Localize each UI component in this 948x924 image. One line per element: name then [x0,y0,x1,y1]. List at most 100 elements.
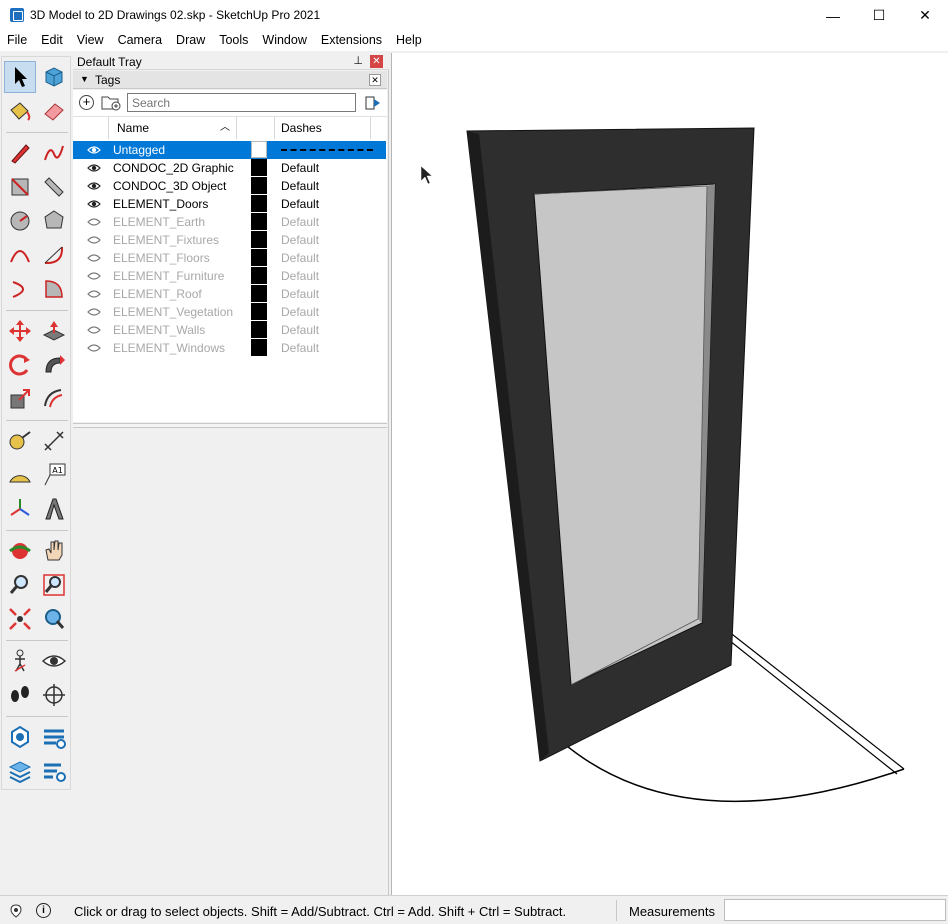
tag-color-swatch[interactable] [251,159,267,176]
pan-button[interactable] [38,535,70,567]
visibility-eye-icon[interactable] [87,181,101,191]
tag-row[interactable]: ELEMENT_Vegetation Default [73,303,386,321]
dimension-button[interactable] [38,425,70,457]
previous-view-button[interactable] [38,603,70,635]
menu-tools[interactable]: Tools [212,31,255,51]
tag-name[interactable]: ELEMENT_Fixtures [113,233,219,247]
visibility-eye-closed-icon[interactable] [87,235,101,245]
tag-dashes[interactable]: Default [281,323,319,337]
tag-color-swatch[interactable] [251,249,267,266]
section-plane-button[interactable] [38,679,70,711]
tag-color-swatch[interactable] [251,177,267,194]
warehouse-button[interactable] [4,721,36,753]
select-tool-button[interactable] [4,61,36,93]
move-tool-button[interactable] [4,315,36,347]
panel-close-icon[interactable]: ✕ [369,74,381,86]
dash-pattern-line[interactable] [281,149,373,151]
rotated-rectangle-button[interactable] [38,171,70,203]
tag-dashes[interactable]: Default [281,341,319,355]
tag-name[interactable]: ELEMENT_Floors [113,251,210,265]
axes-tool-button[interactable] [4,493,36,525]
tag-color-swatch[interactable] [251,339,267,356]
three-point-arc-button[interactable] [4,273,36,305]
scale-tool-button[interactable] [4,383,36,415]
dashes-column-header[interactable]: Dashes [275,117,371,139]
minimize-button[interactable]: — [810,0,856,31]
tag-row[interactable]: ELEMENT_Windows Default [73,339,386,357]
tag-row[interactable]: ELEMENT_Roof Default [73,285,386,303]
protractor-button[interactable] [4,459,36,491]
details-arrow-icon[interactable] [365,95,381,111]
send-to-layout-button[interactable] [4,755,36,787]
tag-row[interactable]: ELEMENT_Fixtures Default [73,231,386,249]
circle-tool-button[interactable] [4,205,36,237]
paint-bucket-button[interactable] [4,95,36,127]
visibility-eye-closed-icon[interactable] [87,271,101,281]
add-tag-folder-icon[interactable] [101,94,121,111]
tag-dashes[interactable]: Default [281,197,319,211]
tag-dashes[interactable]: Default [281,305,319,319]
tag-color-swatch[interactable] [251,285,267,302]
3d-text-button[interactable] [38,493,70,525]
tag-color-swatch[interactable] [251,213,267,230]
tag-dashes[interactable]: Default [281,161,319,175]
text-tool-button[interactable]: A1 [38,459,70,491]
tag-row[interactable]: Untagged [73,141,386,159]
name-column-header[interactable]: Name ︿ [109,117,237,139]
offset-tool-button[interactable] [38,383,70,415]
add-tag-icon[interactable]: + [79,95,94,110]
tag-name[interactable]: ELEMENT_Earth [113,215,205,229]
tag-name[interactable]: ELEMENT_Doors [113,197,208,211]
tags-panel-header[interactable]: ▼ Tags ✕ [73,71,387,89]
3d-viewport[interactable] [391,53,948,895]
tag-name[interactable]: ELEMENT_Roof [113,287,202,301]
info-icon[interactable]: i [36,903,51,918]
visibility-eye-closed-icon[interactable] [87,307,101,317]
line-tool-button[interactable] [4,137,36,169]
tag-name[interactable]: CONDOC_2D Graphic [113,161,234,175]
collapse-triangle-icon[interactable]: ▼ [80,74,89,84]
menu-edit[interactable]: Edit [34,31,70,51]
visibility-eye-closed-icon[interactable] [87,325,101,335]
tag-color-swatch[interactable] [251,231,267,248]
extension-settings-button[interactable] [38,755,70,787]
push-pull-button[interactable] [38,315,70,347]
visibility-eye-icon[interactable] [87,145,101,155]
orbit-button[interactable] [4,535,36,567]
tag-dashes[interactable]: Default [281,287,319,301]
maximize-button[interactable]: ☐ [856,0,902,31]
visibility-eye-closed-icon[interactable] [87,217,101,227]
tag-row[interactable]: CONDOC_2D Graphic Default [73,159,386,177]
tag-dashes[interactable]: Default [281,251,319,265]
look-around-button[interactable] [38,645,70,677]
make-component-button[interactable] [38,61,70,93]
close-button[interactable]: ✕ [902,0,948,31]
tag-name[interactable]: ELEMENT_Walls [113,323,205,337]
tag-row[interactable]: ELEMENT_Walls Default [73,321,386,339]
tag-dashes[interactable]: Default [281,269,319,283]
tag-search-input[interactable] [127,93,356,112]
eraser-button[interactable] [38,95,70,127]
visibility-eye-icon[interactable] [87,163,101,173]
menu-view[interactable]: View [70,31,111,51]
menu-window[interactable]: Window [255,31,313,51]
tag-row[interactable]: ELEMENT_Earth Default [73,213,386,231]
polygon-tool-button[interactable] [38,205,70,237]
visibility-eye-closed-icon[interactable] [87,289,101,299]
tag-row[interactable]: ELEMENT_Floors Default [73,249,386,267]
tag-dashes[interactable]: Default [281,179,319,193]
tape-measure-button[interactable] [4,425,36,457]
rotate-tool-button[interactable] [4,349,36,381]
position-camera-button[interactable] [4,645,36,677]
tag-color-swatch[interactable] [251,141,267,158]
menu-extensions[interactable]: Extensions [314,31,389,51]
tag-name[interactable]: Untagged [113,143,165,157]
two-point-arc-button[interactable] [38,239,70,271]
menu-camera[interactable]: Camera [111,31,169,51]
tag-color-swatch[interactable] [251,195,267,212]
follow-me-button[interactable] [38,349,70,381]
zoom-extents-button[interactable] [4,603,36,635]
tag-row[interactable]: CONDOC_3D Object Default [73,177,386,195]
tag-name[interactable]: ELEMENT_Furniture [113,269,224,283]
tag-name[interactable]: ELEMENT_Windows [113,341,225,355]
